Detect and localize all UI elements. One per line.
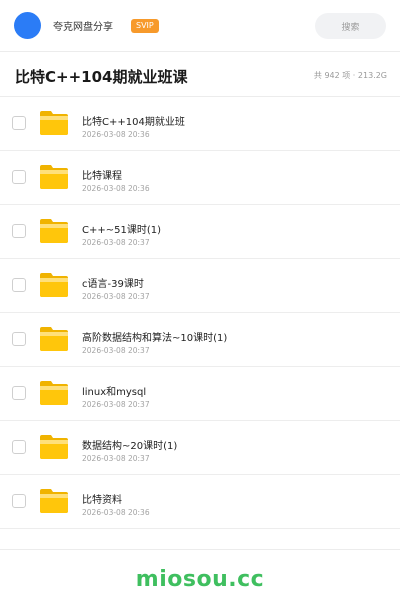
select-checkbox[interactable]	[12, 386, 26, 400]
folder-icon	[40, 487, 68, 513]
file-row[interactable]: c语言-39课时 2026-03-08 20:37	[0, 259, 400, 313]
file-name: c语言-39课时	[82, 279, 144, 290]
file-name: 比特资料	[82, 495, 122, 506]
search-input[interactable]: 搜索	[315, 13, 386, 39]
folder-icon	[40, 325, 68, 351]
file-row[interactable]: 比特资料 2026-03-08 20:36	[0, 475, 400, 529]
file-date: 2026-03-08 20:37	[82, 292, 150, 301]
folder-icon	[40, 217, 68, 243]
file-name: 比特C++104期就业班	[82, 117, 185, 128]
svip-badge: SVIP	[131, 18, 159, 33]
file-name: 高阶数据结构和算法~10课时(1)	[82, 333, 228, 344]
folder-icon	[40, 163, 68, 189]
username: 夸克网盘分享	[53, 22, 113, 33]
select-checkbox[interactable]	[12, 332, 26, 346]
file-row[interactable]: linux和mysql 2026-03-08 20:37	[0, 367, 400, 421]
folder-icon	[40, 433, 68, 459]
select-checkbox[interactable]	[12, 440, 26, 454]
page-title: 比特C++104期就业班课	[15, 68, 188, 86]
folder-stats: 共 942 项 · 213.2G	[313, 71, 387, 80]
file-name: linux和mysql	[82, 387, 147, 398]
select-checkbox[interactable]	[12, 116, 26, 130]
file-date: 2026-03-08 20:36	[82, 184, 150, 193]
file-date: 2026-03-08 20:36	[82, 508, 150, 517]
select-checkbox[interactable]	[12, 170, 26, 184]
file-name: 比特课程	[82, 171, 122, 182]
file-row[interactable]: 数据结构~20课时(1) 2026-03-08 20:37	[0, 421, 400, 475]
watermark: miosou.cc	[135, 566, 265, 592]
folder-header: 比特C++104期就业班课 共 942 项 · 213.2G	[0, 52, 400, 97]
select-checkbox[interactable]	[12, 494, 26, 508]
folder-icon	[40, 379, 68, 405]
folder-icon	[40, 271, 68, 297]
file-row[interactable]: 高阶数据结构和算法~10课时(1) 2026-03-08 20:37	[0, 313, 400, 367]
footer: miosou.cc	[0, 549, 400, 600]
file-date: 2026-03-08 20:37	[82, 346, 150, 355]
file-name: 数据结构~20课时(1)	[82, 441, 178, 452]
search-placeholder: 搜索	[341, 22, 360, 33]
file-date: 2026-03-08 20:37	[82, 238, 150, 247]
file-date: 2026-03-08 20:37	[82, 400, 150, 409]
file-row[interactable]: 比特课程 2026-03-08 20:36	[0, 151, 400, 205]
file-row[interactable]: 比特C++104期就业班 2026-03-08 20:36	[0, 97, 400, 151]
avatar[interactable]	[14, 12, 41, 39]
file-row[interactable]: C++~51课时(1) 2026-03-08 20:37	[0, 205, 400, 259]
file-list: 比特C++104期就业班 2026-03-08 20:36 比特课程 2026-03-…	[0, 97, 400, 529]
file-date: 2026-03-08 20:36	[82, 130, 150, 139]
file-date: 2026-03-08 20:37	[82, 454, 150, 463]
select-checkbox[interactable]	[12, 278, 26, 292]
top-bar: 夸克网盘分享 SVIP 搜索	[0, 0, 400, 52]
folder-icon	[40, 109, 68, 135]
select-checkbox[interactable]	[12, 224, 26, 238]
file-name: C++~51课时(1)	[82, 225, 162, 236]
